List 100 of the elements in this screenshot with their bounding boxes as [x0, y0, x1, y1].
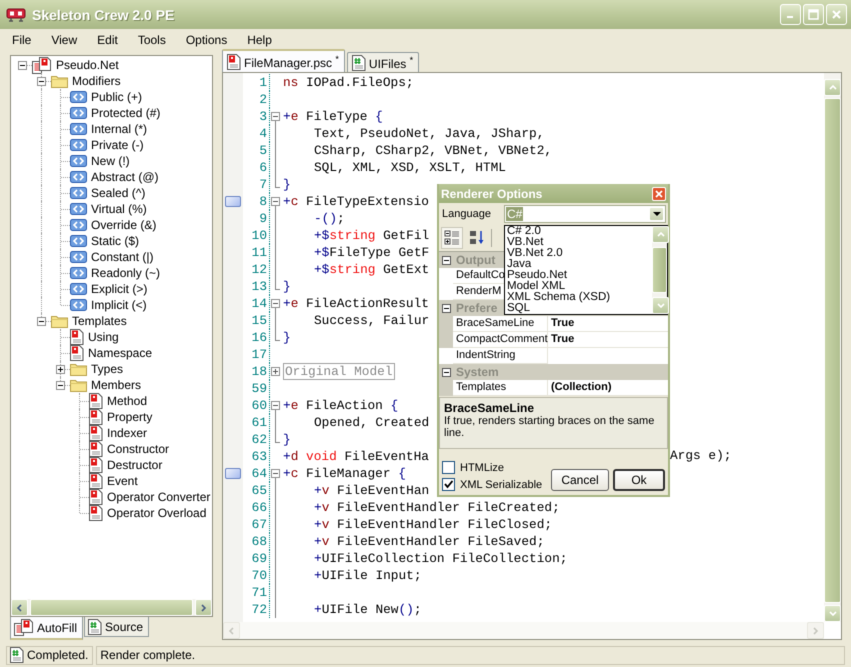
- tree-item[interactable]: Abstract (@): [90, 170, 160, 184]
- checkbox[interactable]: [442, 461, 455, 474]
- tree-item[interactable]: Readonly (~): [90, 266, 162, 280]
- menu-item[interactable]: Options: [178, 32, 240, 46]
- file-tab[interactable]: FileManager.psc $^{*}$: [222, 49, 345, 72]
- tree-item[interactable]: Destructor: [106, 458, 164, 472]
- property-name[interactable]: BraceSameLine: [453, 316, 548, 332]
- tree-item[interactable]: Sealed (^): [90, 186, 146, 200]
- collapse-icon[interactable]: [37, 77, 46, 86]
- tree-item[interactable]: Modifiers: [71, 74, 122, 88]
- folder-icon: [70, 362, 87, 376]
- checkbox[interactable]: [442, 478, 455, 491]
- tree-item[interactable]: Using: [87, 330, 120, 344]
- menu-item[interactable]: File: [4, 32, 44, 46]
- panel-tab[interactable]: AutoFill: [10, 617, 84, 640]
- property-value[interactable]: (Collection): [548, 380, 668, 396]
- line-number: 59: [250, 381, 268, 396]
- close-icon: [655, 190, 663, 198]
- tree-item[interactable]: Override (&): [90, 218, 158, 232]
- tree-item[interactable]: Method: [106, 394, 148, 408]
- tree-item[interactable]: Virtual (%): [90, 202, 148, 216]
- tree-item[interactable]: Private (-): [90, 138, 145, 152]
- close-icon: [831, 9, 842, 20]
- tree-item[interactable]: Public (+): [90, 90, 144, 104]
- scrollbar-thumb[interactable]: [30, 599, 193, 616]
- tree-item[interactable]: Operator Overload: [106, 506, 208, 520]
- collapse-icon[interactable]: [442, 304, 450, 312]
- code-text: +UIFile Input;: [313, 568, 422, 583]
- expand-icon[interactable]: [271, 367, 280, 376]
- tree-item[interactable]: Explicit (>): [90, 282, 148, 296]
- line-number: 60: [250, 398, 268, 413]
- menu-item[interactable]: Tools: [130, 32, 178, 46]
- line-number: 9: [258, 211, 268, 226]
- tree-item[interactable]: Indexer: [106, 426, 148, 440]
- code-text: }: [283, 177, 291, 192]
- collapse-icon[interactable]: [271, 197, 280, 206]
- tree-item[interactable]: Templates: [71, 314, 128, 328]
- property-value[interactable]: True: [548, 332, 668, 348]
- tree-item[interactable]: Constant (|): [90, 250, 154, 264]
- collapse-icon[interactable]: [442, 256, 450, 264]
- tree-item[interactable]: Protected (#): [90, 106, 162, 120]
- code-element-icon: [70, 267, 87, 279]
- menu-item[interactable]: Edit: [89, 32, 130, 46]
- code-text: +$string GetFil: [313, 228, 430, 243]
- code-element-icon: [70, 91, 87, 103]
- collapse-icon[interactable]: [271, 299, 280, 308]
- template-icon: [89, 505, 103, 521]
- collapse-icon[interactable]: [56, 381, 65, 390]
- dropdown-option[interactable]: VB.Net 2.0: [505, 248, 652, 259]
- code-text: +UIFile New();: [313, 602, 422, 617]
- code-text: +e FileAction {: [283, 398, 398, 413]
- tree-item[interactable]: Implicit (<): [90, 298, 148, 312]
- tree-item[interactable]: Internal (*): [90, 122, 148, 136]
- file-tab[interactable]: UIFiles $^{*}$: [346, 52, 420, 72]
- category-label: Output: [455, 253, 496, 267]
- description-text: If true, renders starting braces on the same line.: [444, 415, 656, 439]
- property-value[interactable]: True: [548, 316, 668, 332]
- tree-item[interactable]: Property: [106, 410, 154, 424]
- tree-item[interactable]: Event: [106, 474, 139, 488]
- code-text: Opened, Created: [313, 415, 430, 430]
- categorized-icon[interactable]: [441, 227, 463, 249]
- property-name[interactable]: CompactComment: [453, 332, 548, 348]
- tree-item[interactable]: Constructor: [106, 442, 170, 456]
- menu-item[interactable]: Help: [239, 32, 284, 46]
- tree-item[interactable]: Members: [90, 378, 142, 392]
- tree-item[interactable]: Operator Converter: [106, 490, 212, 504]
- dropdown-option[interactable]: SQL: [505, 303, 652, 314]
- collapse-icon[interactable]: [271, 401, 280, 410]
- close-button[interactable]: [652, 186, 666, 200]
- panel-tab[interactable]: Source: [84, 617, 150, 637]
- property-name[interactable]: Templates: [453, 380, 548, 396]
- line-number: 16: [250, 330, 268, 345]
- line-number: 65: [250, 483, 268, 498]
- collapse-icon[interactable]: [442, 368, 450, 376]
- menu-item[interactable]: View: [43, 32, 90, 46]
- tree-item[interactable]: New (!): [90, 154, 131, 168]
- dialog-button[interactable]: Cancel: [551, 469, 609, 491]
- code-text: Args e);: [670, 448, 732, 463]
- dropdown-option[interactable]: Java: [505, 259, 652, 270]
- dropdown-option[interactable]: C# 2.0: [505, 226, 652, 237]
- tree-item[interactable]: Types: [90, 362, 124, 376]
- dialog-button[interactable]: Ok: [613, 469, 665, 491]
- property-name[interactable]: IndentString: [453, 348, 548, 364]
- scrollbar-thumb[interactable]: [824, 98, 841, 603]
- line-number: 12: [250, 262, 268, 277]
- collapse-icon[interactable]: [271, 469, 280, 478]
- arrow-up-icon: [828, 84, 836, 90]
- collapse-icon[interactable]: [37, 317, 46, 326]
- dropdown-option[interactable]: VB.Net: [505, 237, 652, 248]
- code-text: +v FileEventHandler FileSaved;: [313, 534, 544, 549]
- line-number: 3: [258, 109, 268, 124]
- scrollbar-thumb[interactable]: [652, 247, 667, 293]
- collapse-icon[interactable]: [271, 112, 280, 121]
- collapse-icon[interactable]: [18, 61, 27, 70]
- tree-item[interactable]: Static ($): [90, 234, 140, 248]
- tree-item[interactable]: Namespace: [87, 346, 154, 360]
- expand-icon[interactable]: [56, 365, 65, 374]
- code-text: ns IOPad.FileOps;: [283, 75, 414, 90]
- tree-item[interactable]: Pseudo.Net: [55, 58, 120, 72]
- line-number: 13: [250, 279, 268, 294]
